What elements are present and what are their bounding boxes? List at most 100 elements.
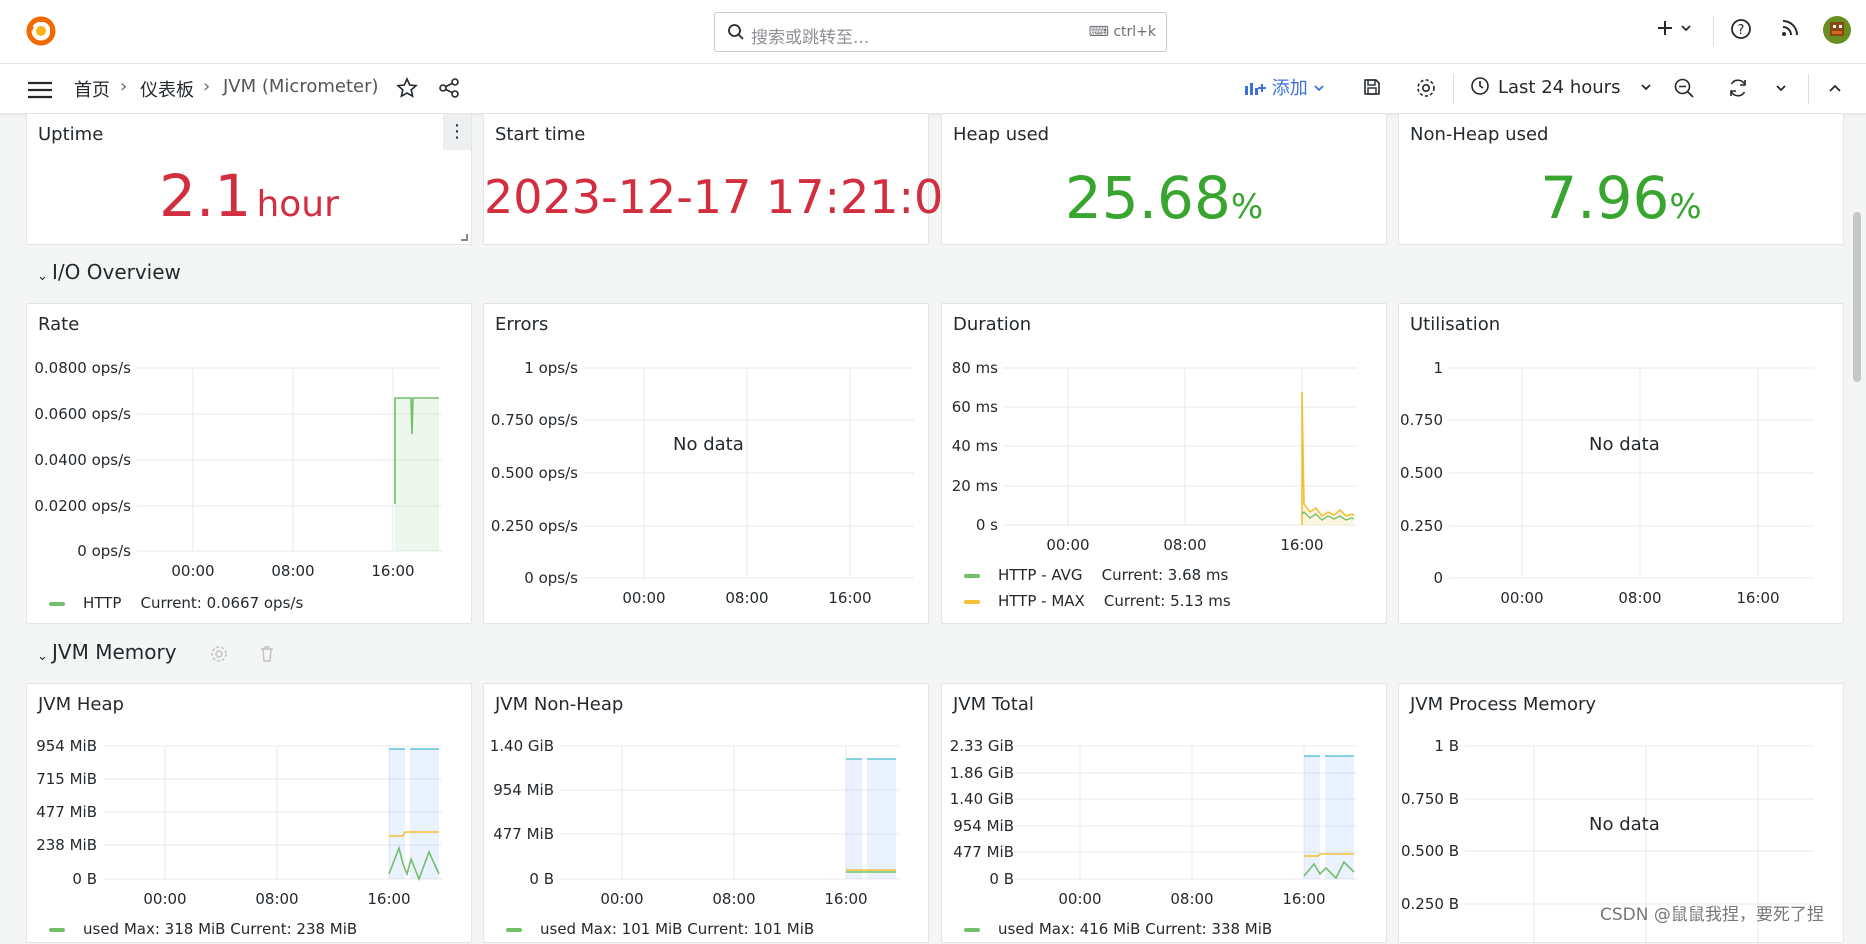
news-feed-icon[interactable] [1780, 18, 1800, 38]
panel-title: Duration [953, 314, 1032, 335]
add-button[interactable]: 添加 [1244, 74, 1325, 100]
star-icon[interactable] [396, 77, 418, 99]
legend-item[interactable]: used Max: 101 MiB Current: 101 MiB [506, 920, 814, 938]
panel-duration[interactable]: Duration 80 ms 60 ms 40 ms 20 ms 0 s 00:… [941, 303, 1387, 624]
time-range-label: Last 24 hours [1498, 77, 1621, 98]
chevron-down-icon[interactable] [1775, 84, 1787, 94]
x-tick: 00:00 [143, 890, 186, 908]
x-tick: 08:00 [1618, 589, 1661, 607]
panel-menu-button[interactable]: ⋮ [443, 114, 471, 150]
legend-item[interactable]: HTTP - AVG Current: 3.68 ms [964, 566, 1228, 584]
stat-value: 2023-12-17 17:21:01 [484, 170, 973, 224]
stat-number: 25.68 [1064, 164, 1231, 232]
x-tick: 16:00 [1736, 589, 1779, 607]
grafana-logo-icon[interactable] [24, 14, 58, 48]
chevron-up-icon[interactable] [1828, 83, 1842, 93]
panel-non-heap-used[interactable]: Non-Heap used 7.96% [1398, 113, 1844, 245]
y-tick: 954 MiB [36, 737, 97, 755]
row-settings-icon[interactable] [210, 645, 228, 663]
stat-value: 2.1 hour [27, 162, 471, 230]
row-delete-icon[interactable] [258, 645, 276, 663]
x-tick: 08:00 [1163, 536, 1206, 554]
y-tick: 0.250 ops/s [491, 517, 578, 535]
panel-title: Start time [495, 124, 586, 145]
save-icon[interactable] [1362, 77, 1382, 97]
breadcrumb-home[interactable]: 首页 [74, 76, 110, 102]
top-bar: 搜索或跳转至... ⌨ ctrl+k ? [0, 0, 1866, 64]
y-tick: 0.250 B [1401, 895, 1459, 913]
stat-value: 25.68% [942, 164, 1386, 232]
panel-start-time[interactable]: Start time 2023-12-17 17:21:01 [483, 113, 973, 245]
time-range-picker[interactable]: Last 24 hours [1470, 76, 1652, 98]
menu-icon[interactable] [27, 80, 53, 100]
series-max-area [846, 759, 862, 879]
panel-heap-used[interactable]: Heap used 25.68% [941, 113, 1387, 245]
chevron-right-icon: › [120, 76, 128, 97]
share-icon[interactable] [438, 77, 460, 99]
add-panel-icon [1245, 83, 1266, 95]
add-button-label: 添加 [1271, 78, 1308, 99]
divider [1713, 16, 1714, 46]
y-tick: 0.750 B [1401, 790, 1459, 808]
y-tick: 0.500 [1400, 464, 1443, 482]
chevron-down-icon [1314, 85, 1325, 92]
y-tick: 954 MiB [493, 781, 554, 799]
errors-chart: 1 ops/s 0.750 ops/s 0.500 ops/s 0.250 op… [491, 359, 914, 607]
chevron-down-icon[interactable] [1680, 24, 1692, 34]
legend-item[interactable]: used Max: 318 MiB Current: 238 MiB [49, 920, 357, 938]
panel-uptime[interactable]: Uptime ⋮ 2.1 hour [26, 113, 472, 245]
y-tick: 0.500 B [1401, 842, 1459, 860]
y-tick: 238 MiB [36, 836, 97, 854]
legend-text: used Max: 101 MiB Current: 101 MiB [540, 920, 815, 938]
panel-jvm-non-heap[interactable]: JVM Non-Heap 1.40 GiB 954 MiB 477 MiB 0 … [483, 683, 929, 943]
row-title-io-overview[interactable]: I/O Overview [52, 260, 181, 284]
help-icon[interactable]: ? [1730, 18, 1752, 40]
y-tick: 477 MiB [36, 803, 97, 821]
no-data-label: No data [1589, 434, 1660, 455]
row-title-jvm-memory[interactable]: JVM Memory [52, 640, 177, 664]
series-max-area [1302, 392, 1354, 525]
search-placeholder: 搜索或跳转至... [751, 28, 870, 48]
panel-jvm-heap[interactable]: JVM Heap 954 MiB 715 MiB 477 MiB 238 MiB… [26, 683, 472, 943]
chevron-down-icon[interactable]: ⌄ [37, 649, 48, 664]
scrollbar[interactable] [1853, 212, 1861, 382]
y-tick: 0.0200 ops/s [34, 497, 131, 515]
series-max-area [867, 759, 896, 879]
breadcrumb-dashboards[interactable]: 仪表板 [140, 76, 194, 102]
divider [1808, 74, 1809, 104]
y-tick: 715 MiB [36, 770, 97, 788]
legend-text: used Max: 416 MiB Current: 338 MiB [998, 920, 1273, 938]
legend-text: used Max: 318 MiB Current: 238 MiB [83, 920, 358, 938]
jvm-total-chart: 2.33 GiB 1.86 GiB 1.40 GiB 954 MiB 477 M… [950, 737, 1357, 908]
search-icon [728, 24, 744, 40]
panel-title: Heap used [953, 124, 1050, 145]
search-input[interactable]: 搜索或跳转至... ⌨ ctrl+k [714, 12, 1167, 52]
series-http-area [395, 398, 439, 551]
resize-handle[interactable] [461, 234, 468, 241]
gear-icon[interactable] [1415, 77, 1437, 99]
panel-rate[interactable]: Rate 0.0800 ops/s 0.0600 ops/s 0.0400 op… [26, 303, 472, 624]
refresh-icon[interactable] [1727, 77, 1749, 99]
panel-title: JVM Non-Heap [495, 694, 624, 715]
x-tick: 16:00 [1282, 890, 1325, 908]
legend-item[interactable]: HTTP - MAX Current: 5.13 ms [964, 592, 1231, 610]
panel-errors[interactable]: Errors 1 ops/s 0.750 ops/s 0.500 ops/s 0… [483, 303, 929, 624]
y-tick: 0 B [529, 870, 554, 888]
y-tick: 0.250 [1400, 517, 1443, 535]
y-tick: 20 ms [952, 477, 998, 495]
zoom-out-icon[interactable] [1673, 77, 1695, 99]
y-tick: 477 MiB [493, 825, 554, 843]
panel-jvm-total[interactable]: JVM Total 2.33 GiB 1.86 GiB 1.40 GiB 954… [941, 683, 1387, 943]
y-tick: 0.750 ops/s [491, 411, 578, 429]
avatar[interactable] [1822, 15, 1852, 45]
panel-utilisation[interactable]: Utilisation 1 0.750 0.500 0.250 0 00:00 … [1398, 303, 1844, 624]
y-tick: 1 [1433, 359, 1443, 377]
legend-name: HTTP - MAX [998, 592, 1085, 610]
series-max-area [1304, 756, 1320, 879]
legend-item[interactable]: HTTP Current: 0.0667 ops/s [49, 594, 303, 612]
x-tick: 08:00 [271, 562, 314, 580]
plus-icon[interactable] [1655, 18, 1675, 38]
chevron-down-icon[interactable]: ⌄ [37, 269, 48, 284]
legend-item[interactable]: used Max: 416 MiB Current: 338 MiB [964, 920, 1272, 938]
y-tick: 0 ops/s [524, 569, 578, 587]
